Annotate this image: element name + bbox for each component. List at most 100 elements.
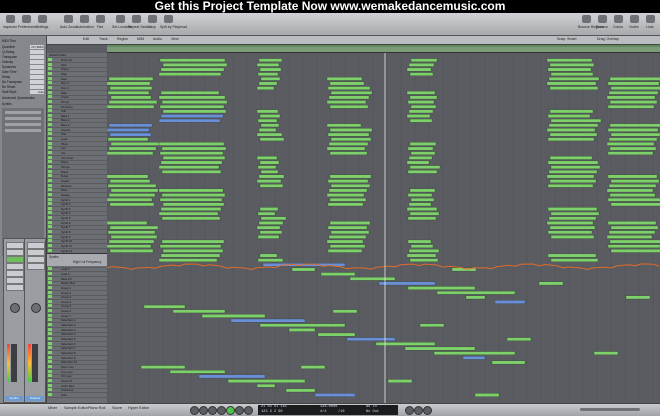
region[interactable]: [109, 179, 151, 183]
region[interactable]: [550, 118, 602, 123]
region[interactable]: [410, 58, 438, 62]
go-to-start-button[interactable]: [190, 406, 199, 415]
region[interactable]: [108, 193, 156, 197]
bar-ruler[interactable]: [107, 45, 660, 53]
region[interactable]: [110, 188, 159, 193]
region[interactable]: [160, 160, 223, 165]
track-name[interactable]: Bass 3: [61, 123, 70, 127]
region[interactable]: [326, 146, 366, 151]
track-name[interactable]: Outro Pad: [61, 384, 74, 388]
region[interactable]: [609, 146, 657, 151]
region[interactable]: [158, 165, 220, 169]
cycle-area[interactable]: [107, 45, 660, 47]
parameter-row[interactable]: [5, 111, 41, 114]
region[interactable]: [256, 156, 278, 160]
region[interactable]: [546, 81, 597, 86]
region[interactable]: [408, 156, 433, 160]
region[interactable]: [259, 230, 283, 235]
region[interactable]: [406, 114, 431, 118]
track-name[interactable]: Drum Kit: [61, 58, 72, 62]
region[interactable]: [408, 249, 440, 253]
region[interactable]: [407, 239, 432, 244]
region[interactable]: [300, 365, 326, 369]
track-name[interactable]: Sidechain 9: [61, 356, 76, 360]
notes-button[interactable]: Notes: [626, 15, 642, 33]
insert-slot[interactable]: [6, 263, 24, 270]
track-name[interactable]: FX Up: [61, 100, 69, 104]
region[interactable]: [547, 230, 593, 235]
region[interactable]: [606, 235, 653, 239]
bounce-button[interactable]: Bounce: [594, 15, 610, 33]
region[interactable]: [258, 221, 284, 225]
region[interactable]: [257, 72, 279, 76]
region[interactable]: [330, 183, 371, 188]
region[interactable]: [160, 114, 224, 118]
region[interactable]: [607, 151, 654, 155]
repeat-section-button[interactable]: Repeat Section: [128, 15, 152, 33]
region[interactable]: [328, 95, 370, 100]
region[interactable]: [546, 58, 593, 62]
region[interactable]: [259, 183, 284, 188]
settings-slot[interactable]: [6, 242, 24, 249]
region[interactable]: [387, 379, 413, 383]
region[interactable]: [547, 160, 599, 165]
region[interactable]: [419, 323, 445, 328]
volume-fader[interactable]: [32, 344, 38, 382]
region[interactable]: [330, 230, 370, 235]
region[interactable]: [327, 86, 371, 90]
region[interactable]: [406, 91, 436, 95]
region[interactable]: [257, 165, 277, 169]
region[interactable]: [550, 235, 595, 239]
track-name[interactable]: Sub: [61, 109, 66, 113]
track-name[interactable]: Group 5: [61, 304, 71, 308]
track-name[interactable]: Sidechain 7: [61, 346, 76, 350]
region[interactable]: [407, 193, 433, 197]
track-name[interactable]: Bass FX: [61, 277, 72, 281]
region[interactable]: [143, 304, 186, 309]
region[interactable]: [549, 179, 597, 183]
track-name[interactable]: Riser: [61, 188, 68, 192]
region[interactable]: [160, 67, 225, 72]
region[interactable]: [108, 100, 158, 104]
region[interactable]: [285, 388, 316, 393]
track-name[interactable]: Sidechain 5: [61, 337, 76, 341]
region[interactable]: [549, 156, 593, 160]
track-name[interactable]: Synth 4: [61, 211, 71, 215]
region[interactable]: [259, 114, 281, 118]
region[interactable]: [260, 170, 279, 174]
inspector-button[interactable]: Inspector: [2, 15, 18, 33]
region[interactable]: [610, 249, 660, 253]
region[interactable]: [609, 239, 660, 244]
region[interactable]: [406, 207, 438, 211]
region[interactable]: [409, 142, 437, 146]
track-name[interactable]: Brass: [61, 170, 68, 174]
region[interactable]: [260, 123, 280, 128]
region[interactable]: [158, 258, 218, 262]
region[interactable]: [260, 216, 287, 221]
region[interactable]: [550, 165, 601, 169]
inspector-row[interactable]: Dynamics: [2, 65, 44, 69]
region[interactable]: [494, 300, 526, 304]
eq-slot[interactable]: [27, 249, 45, 256]
region[interactable]: [161, 239, 225, 244]
track-name[interactable]: Pluck: [61, 142, 68, 146]
region[interactable]: [259, 207, 279, 211]
region[interactable]: [606, 188, 654, 193]
region[interactable]: [404, 346, 476, 351]
track-name[interactable]: Group 6: [61, 309, 71, 313]
region[interactable]: [329, 128, 373, 132]
track-name[interactable]: Piano: [61, 160, 68, 164]
region[interactable]: [550, 72, 594, 76]
region[interactable]: [330, 91, 373, 95]
tab-piano-roll[interactable]: Piano Roll: [88, 406, 105, 410]
automation-button[interactable]: Automation: [76, 15, 94, 33]
track-name[interactable]: Synth 8: [61, 230, 71, 234]
track-name[interactable]: Synth 10: [61, 239, 72, 243]
inspector-row[interactable]: No Transpose: [2, 80, 44, 84]
track-name[interactable]: Reverse: [61, 184, 71, 188]
track-name[interactable]: Group 4: [61, 300, 71, 304]
region[interactable]: [158, 95, 226, 100]
transport-display[interactable]: 21 04 01 161 123 3 2 96 128.0000 4/4 /16…: [258, 405, 398, 415]
automation-parameter[interactable]: High Cut Frequency: [73, 260, 101, 264]
region[interactable]: [548, 123, 599, 128]
